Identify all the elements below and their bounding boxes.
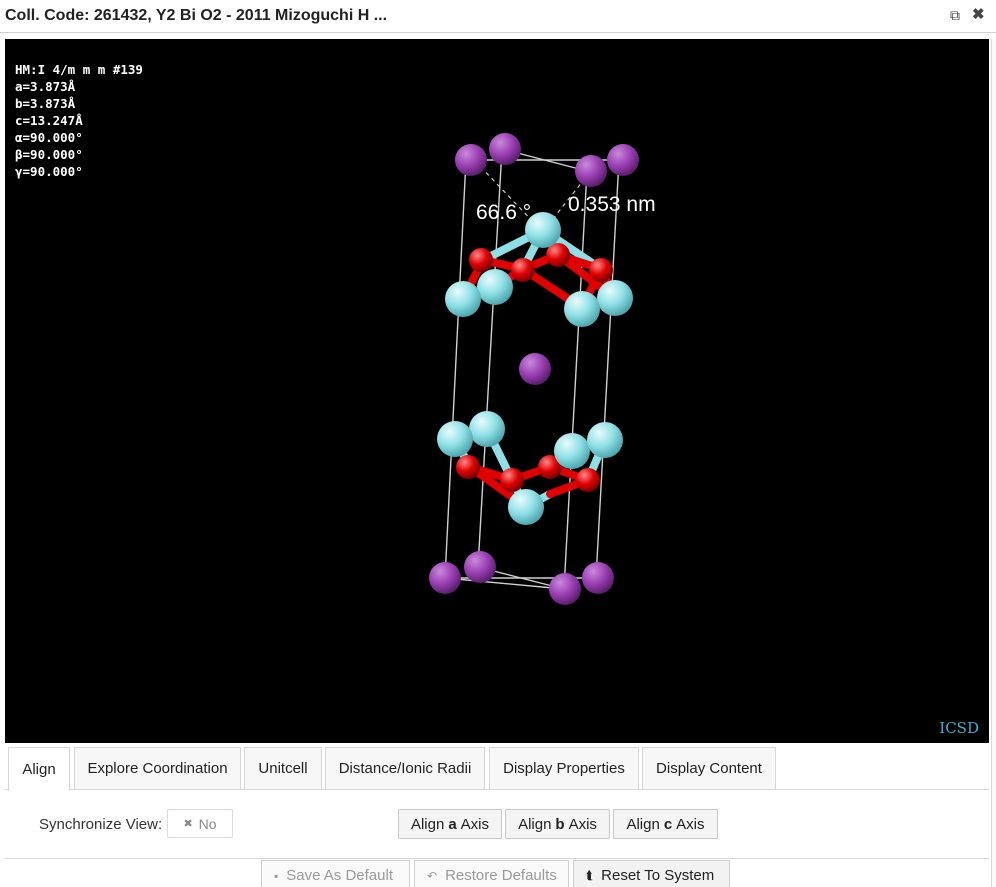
reset-to-system-button[interactable]: ⮬ Reset To System	[573, 860, 730, 887]
save-as-default-button[interactable]: ▪ Save As Default	[261, 860, 410, 887]
tab-display-content[interactable]: Display Content	[642, 747, 776, 789]
external-link-icon[interactable]: ⧉	[950, 6, 960, 24]
reset-arrow-icon: ⮬	[586, 868, 594, 882]
cell-beta-label: β=90.000°	[15, 147, 83, 162]
synchronize-view-value: No	[198, 815, 217, 832]
axis-b-letter: b	[555, 815, 565, 833]
cell-gamma-label: γ=90.000°	[15, 164, 83, 179]
synchronize-view-toggle[interactable]: ✖ No	[167, 809, 233, 838]
align-controls: Synchronize View: ✖ No Align a Axis Align b…	[0, 800, 991, 850]
scrollbar-track[interactable]	[991, 39, 996, 887]
cell-a-label: a=3.873Å	[15, 79, 76, 94]
align-b-suffix: Axis	[568, 815, 597, 833]
close-icon[interactable]: ✖	[972, 6, 985, 24]
axis-c-letter: c	[663, 815, 673, 833]
tab-distance-ionic-radii[interactable]: Distance/Ionic Radii	[325, 747, 485, 789]
footer-divider	[5, 858, 989, 859]
restore-defaults-button[interactable]: ↶ Restore Defaults	[414, 860, 569, 887]
structure-viewer[interactable]: 66.6 ° 0.353 nm HM:I 4/m m m #139 a=3.87…	[5, 39, 989, 743]
tab-unitcell[interactable]: Unitcell	[244, 747, 322, 789]
window-title: Coll. Code: 261432, Y2 Bi O2 - 2011 Mizo…	[5, 7, 388, 24]
align-c-suffix: Axis	[676, 815, 705, 833]
close-icon: ✖	[183, 818, 193, 830]
distance-measurement-label: 0.353 nm	[568, 193, 656, 216]
cell-parameters: HM:I 4/m m m #139 a=3.873Å b=3.873Å c=13…	[15, 61, 143, 180]
cell-alpha-label: α=90.000°	[15, 130, 83, 145]
synchronize-view-label: Synchronize View:	[39, 816, 163, 833]
crystal-structure-render[interactable]: 66.6 ° 0.353 nm	[5, 39, 989, 743]
cell-b-label: b=3.873Å	[15, 96, 76, 111]
align-a-prefix: Align	[410, 815, 445, 833]
axis-a-letter: a	[448, 815, 457, 833]
cell-c-label: c=13.247Å	[15, 113, 83, 128]
tab-display-properties[interactable]: Display Properties	[489, 747, 639, 789]
save-as-default-label: Save As Default	[286, 867, 393, 884]
tab-align[interactable]: Align	[8, 747, 70, 791]
icsd-logo: ICSD	[939, 719, 979, 737]
save-icon: ▪	[274, 868, 279, 883]
align-b-axis-button[interactable]: Align b Axis	[505, 809, 610, 839]
tab-explore-coordination[interactable]: Explore Coordination	[74, 747, 241, 789]
angle-measurement-label: 66.6 °	[476, 201, 531, 224]
align-a-axis-button[interactable]: Align a Axis	[398, 809, 502, 839]
window-titlebar: Coll. Code: 261432, Y2 Bi O2 - 2011 Mizo…	[0, 0, 996, 33]
space-group-label: HM:I 4/m m m #139	[15, 62, 143, 77]
align-a-suffix: Axis	[460, 815, 490, 833]
align-b-prefix: Align	[518, 815, 552, 833]
undo-icon: ↶	[427, 868, 438, 883]
align-c-prefix: Align	[626, 815, 660, 833]
restore-defaults-label: Restore Defaults	[445, 867, 557, 884]
reset-to-system-label: Reset To System	[601, 867, 715, 884]
align-c-axis-button[interactable]: Align c Axis	[613, 809, 718, 839]
viewer-tabs: Align Explore Coordination Unitcell Dist…	[5, 747, 989, 791]
